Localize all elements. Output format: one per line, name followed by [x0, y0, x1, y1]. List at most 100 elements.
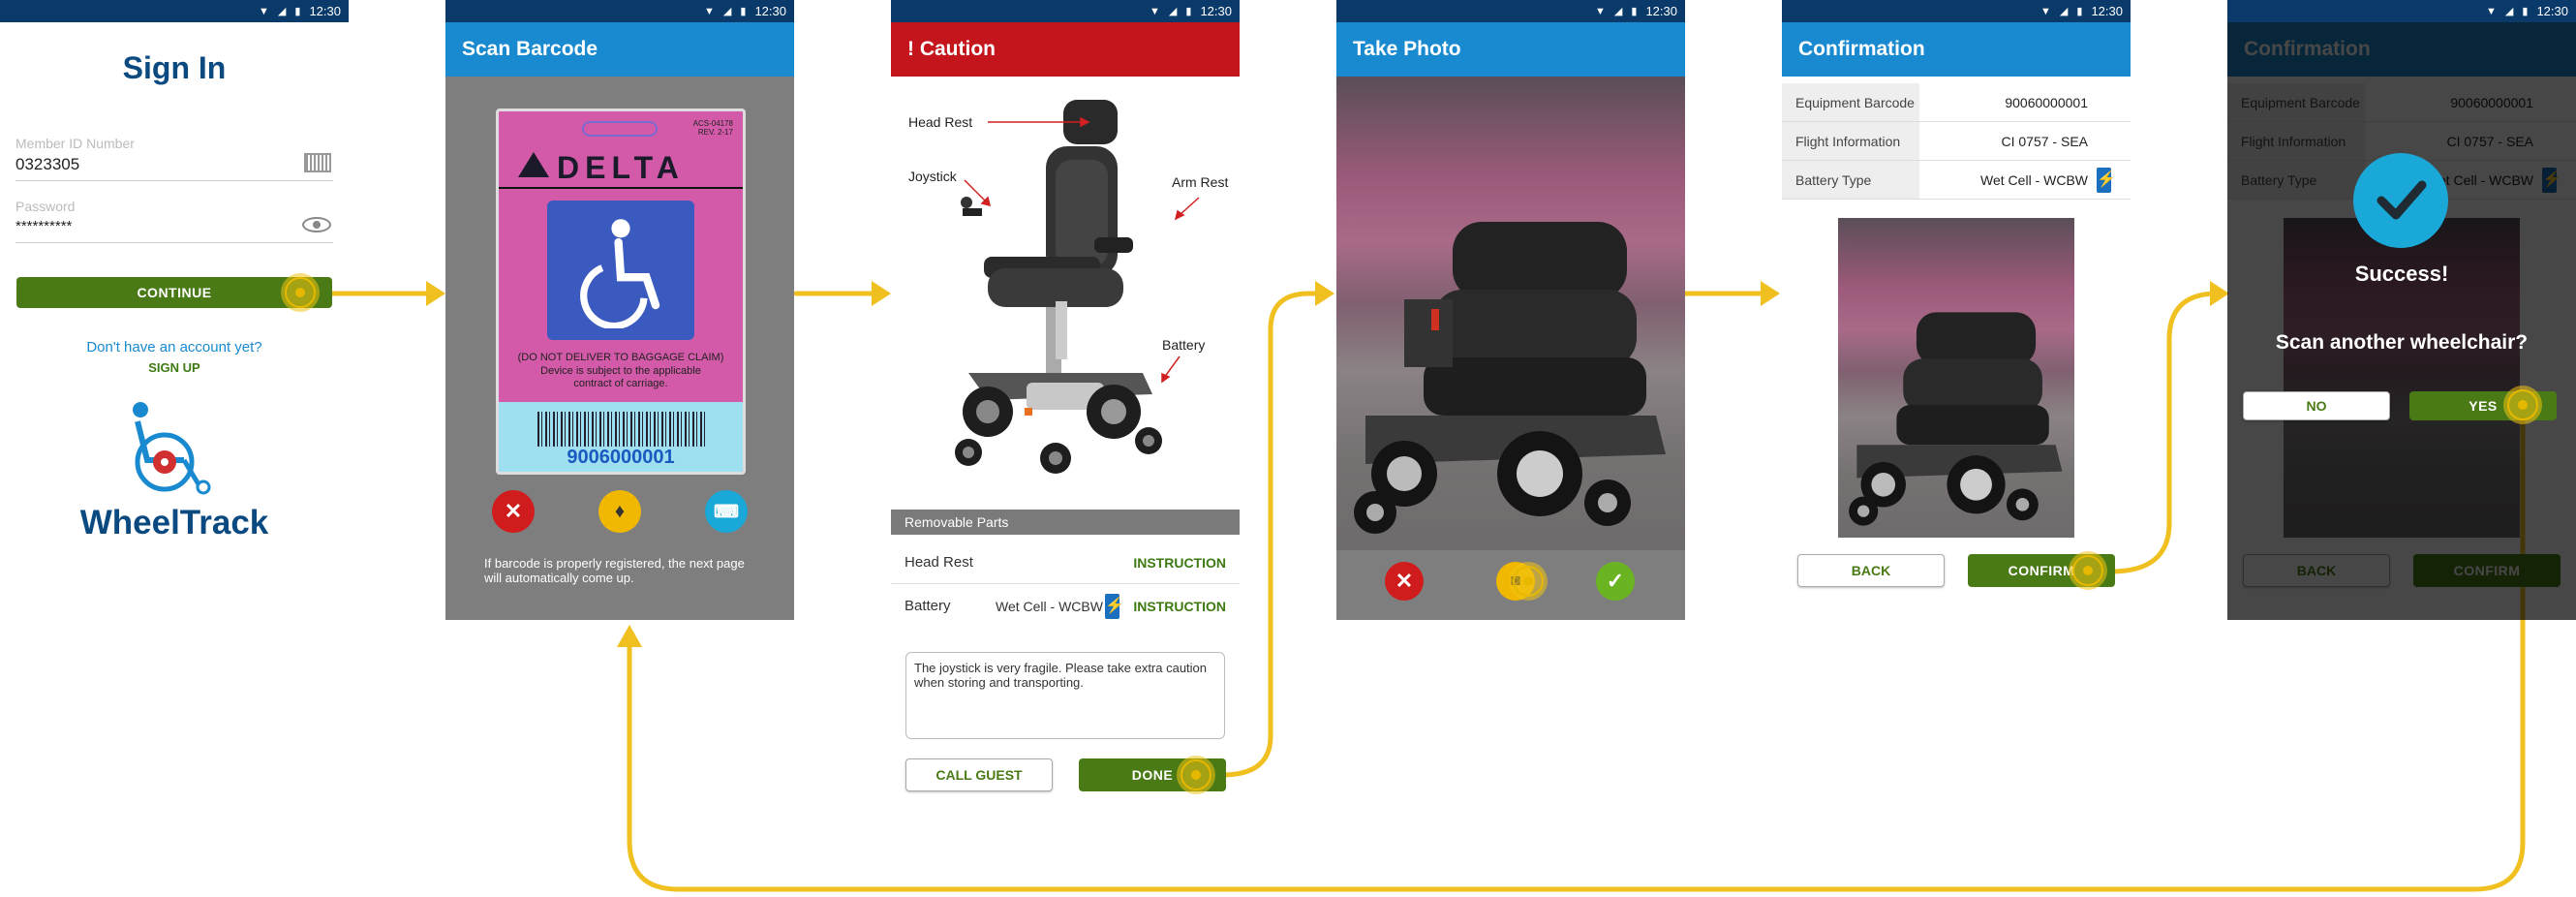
part-name: Head Rest	[905, 554, 973, 571]
wifi-icon: ▼	[2486, 5, 2497, 17]
brand-name: WheelTrack	[79, 504, 269, 541]
tag-divider	[499, 187, 743, 189]
appbar-title: Take Photo	[1336, 22, 1685, 77]
tag-notice-3: contract of carriage.	[573, 378, 668, 389]
scan-screen: ▼ ◢ ▮ 12:30 Scan Barcode ACS-04178 REV. …	[445, 0, 794, 620]
call-guest-button[interactable]: CALL GUEST	[905, 758, 1053, 791]
status-bar: ▼ ◢ ▮ 12:30	[445, 0, 794, 22]
bag-tag: ACS-04178 REV. 2-17 DELTA (DO NOT DELIVE…	[496, 108, 746, 475]
status-time: 12:30	[2091, 4, 2123, 18]
signin-screen: ▼ ◢ ▮ 12:30 Sign In Member ID Number 032…	[0, 0, 349, 620]
caution-note-text: The joystick is very fragile. Please tak…	[914, 661, 1208, 690]
tag-notice-2: Device is subject to the applicable	[540, 365, 701, 377]
no-button[interactable]: NO	[2243, 391, 2390, 420]
signal-icon: ◢	[2059, 6, 2069, 17]
confirmation-screen: ▼ ◢ ▮ 12:30 Confirmation Equipment Barco…	[1782, 0, 2131, 620]
tag-notice-1: (DO NOT DELIVER TO BAGGAGE CLAIM)	[517, 352, 724, 363]
password-underline	[15, 242, 333, 243]
photo-screen: ▼ ◢ ▮ 12:30 Take Photo ✕ ✓	[1336, 0, 1685, 620]
status-bar: ▼ ◢ ▮ 12:30	[1336, 0, 1685, 22]
captured-photo	[1838, 218, 2074, 538]
barcode-scan-icon[interactable]	[304, 153, 331, 172]
flashlight-icon[interactable]: ♦	[598, 490, 641, 533]
caution-screen: ▼ ◢ ▮ 12:30 ! Caution Head Rest Joystick…	[891, 0, 1240, 620]
instruction-link[interactable]: INSTRUCTION	[1133, 555, 1226, 571]
battery-icon: ▮	[294, 6, 301, 17]
status-time: 12:30	[2536, 4, 2568, 18]
wheelchair-thumbnail	[1849, 312, 2063, 526]
battery-icon: ▮	[2076, 6, 2083, 17]
signal-icon: ◢	[1613, 6, 1623, 17]
accessibility-icon	[547, 201, 694, 340]
member-id-underline	[15, 180, 333, 181]
eye-icon[interactable]	[302, 217, 331, 232]
part-name: Battery	[905, 598, 951, 614]
battery-type-icon: ⚡	[2097, 168, 2116, 193]
member-id-label: Member ID Number	[15, 136, 135, 151]
tag-code: ACS-04178 REV. 2-17	[692, 119, 733, 137]
status-bar: ▼ ◢ ▮ 12:30	[2227, 0, 2576, 22]
tag-airline: DELTA	[557, 150, 685, 185]
status-time: 12:30	[754, 4, 786, 18]
appbar-title: Scan Barcode	[445, 22, 794, 77]
list-item: Battery Wet Cell - WCBW ⚡ INSTRUCTION	[891, 585, 1240, 620]
tap-target-indicator	[281, 273, 320, 312]
signal-icon: ◢	[277, 6, 287, 17]
battery-type-icon: ⚡	[1105, 593, 1124, 619]
status-time: 12:30	[309, 4, 341, 18]
status-time: 12:30	[1645, 4, 1677, 18]
list-item: Head Rest INSTRUCTION	[891, 541, 1240, 584]
status-bar: ▼ ◢ ▮ 12:30	[1782, 0, 2131, 22]
password-field[interactable]: **********	[15, 218, 72, 234]
battery-icon: ▮	[740, 6, 747, 17]
keyboard-icon[interactable]: ⌨	[705, 490, 748, 533]
caution-note[interactable]: The joystick is very fragile. Please tak…	[905, 652, 1225, 739]
tag-slot	[582, 121, 658, 137]
label-flight-information: Flight Information	[1782, 122, 1919, 161]
success-screen: ▼ ◢ ▮ 12:30 Confirmation Equipment Barco…	[2227, 0, 2576, 620]
value-equipment-barcode: 90060000001	[1919, 83, 2131, 122]
scan-hint: If barcode is properly registered, the n…	[484, 556, 745, 585]
cancel-icon[interactable]: ✕	[492, 490, 535, 533]
status-bar: ▼ ◢ ▮ 12:30	[0, 0, 349, 22]
label-battery-type: Battery Type	[1782, 161, 1919, 200]
section-header: Removable Parts	[891, 510, 1240, 535]
tap-target-indicator	[2069, 551, 2107, 590]
password-label: Password	[15, 199, 76, 214]
camera-preview	[1336, 77, 1685, 550]
wheelchair-logo-icon	[133, 402, 211, 495]
flow-arrows	[317, 281, 2526, 892]
tap-target-indicator	[1177, 756, 1215, 794]
tag-barcode-number: 9006000001	[567, 447, 675, 468]
storyboard: ▼ ◢ ▮ 12:30 Sign In Member ID Number 032…	[0, 0, 2576, 897]
back-button[interactable]: BACK	[1797, 554, 1945, 587]
modal-scrim	[2227, 22, 2576, 620]
success-title: Success!	[2354, 262, 2449, 286]
wifi-icon: ▼	[2040, 5, 2051, 17]
tap-target-indicator	[1509, 562, 1548, 601]
signal-icon: ◢	[722, 6, 732, 17]
battery-icon: ▮	[1631, 6, 1638, 17]
accept-icon[interactable]: ✓	[1596, 562, 1635, 601]
signup-link[interactable]: SIGN UP	[0, 360, 349, 375]
signal-icon: ◢	[2504, 6, 2514, 17]
wheelchair-photo-illustration	[1354, 222, 1666, 534]
value-flight-information: CI 0757 - SEA	[1919, 122, 2131, 161]
success-check-icon	[2353, 153, 2448, 248]
wifi-icon: ▼	[704, 5, 715, 17]
appbar-title: Confirmation	[1782, 22, 2131, 77]
label-equipment-barcode: Equipment Barcode	[1782, 83, 1919, 122]
page-title: Sign In	[122, 50, 227, 85]
part-value: Wet Cell - WCBW	[996, 598, 1103, 614]
barcode-stripes	[537, 412, 708, 447]
wifi-icon: ▼	[1595, 5, 1606, 17]
tap-target-indicator	[2503, 386, 2542, 424]
instruction-link[interactable]: INSTRUCTION	[1133, 599, 1226, 614]
tag-barcode-area: 9006000001	[499, 402, 743, 472]
member-id-field[interactable]: 0323305	[15, 155, 79, 174]
no-account-text: Don't have an account yet?	[86, 339, 262, 356]
success-question: Scan another wheelchair?	[2275, 331, 2529, 354]
discard-icon[interactable]: ✕	[1385, 562, 1424, 601]
delta-logo-icon	[518, 152, 549, 177]
wifi-icon: ▼	[259, 5, 269, 17]
